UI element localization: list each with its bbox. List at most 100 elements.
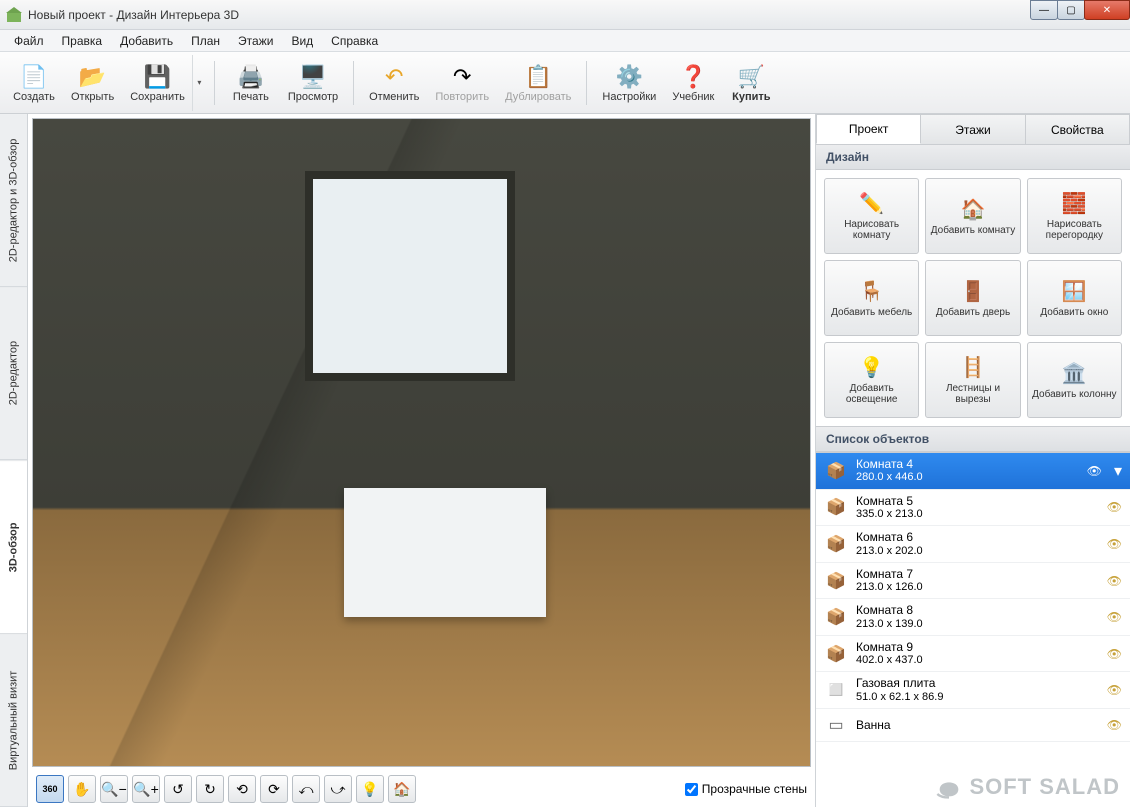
viewport-home-button[interactable]: 🏠: [388, 775, 416, 803]
object-item[interactable]: 📦Комната 6213.0 x 202.0👁: [816, 526, 1130, 563]
undo-label: Отменить: [369, 91, 419, 103]
menu-item-2[interactable]: Добавить: [112, 32, 181, 50]
toolbar-separator: [586, 61, 587, 105]
menu-item-3[interactable]: План: [183, 32, 228, 50]
object-item[interactable]: ▭Ванна👁: [816, 709, 1130, 742]
viewport-tilt-down-button[interactable]: ⟳: [260, 775, 288, 803]
add-room-button[interactable]: 🏠 Добавить комнату: [925, 178, 1020, 254]
add-furniture-button[interactable]: 🪑Добавить мебель: [824, 260, 919, 336]
buy-icon: 🛒: [738, 63, 765, 91]
vtab-virtual[interactable]: Виртуальный визит: [0, 634, 27, 807]
right-panel: ПроектЭтажиСвойства Дизайн ✏️Нарисовать …: [816, 114, 1130, 807]
viewport-pan-button[interactable]: ✋: [68, 775, 96, 803]
chevron-down-icon[interactable]: ▾: [1114, 461, 1122, 481]
menu-item-4[interactable]: Этажи: [230, 32, 281, 50]
add-column-label: Добавить колонну: [1032, 389, 1116, 400]
object-icon: 📦: [824, 569, 848, 593]
visibility-toggle-icon[interactable]: 👁: [1107, 537, 1122, 551]
object-name: Комната 6: [856, 530, 1099, 544]
object-item[interactable]: ◻️Газовая плита51.0 x 62.1 x 86.9👁: [816, 672, 1130, 709]
add-light-button[interactable]: 💡Добавить освещение: [824, 342, 919, 418]
stairs-button[interactable]: 🪜Лестницы и вырезы: [925, 342, 1020, 418]
object-dimensions: 335.0 x 213.0: [856, 508, 1099, 521]
object-text: Комната 4280.0 x 446.0: [856, 457, 1079, 485]
visibility-toggle-icon[interactable]: 👁: [1107, 683, 1122, 697]
transparent-walls-input[interactable]: [685, 783, 698, 796]
rtab-floors[interactable]: Этажи: [921, 114, 1025, 144]
viewport-orbit-r-button[interactable]: ⤻: [324, 775, 352, 803]
object-item[interactable]: 📦Комната 5335.0 x 213.0👁: [816, 490, 1130, 527]
vtab-2d3d[interactable]: 2D-редактор и 3D-обзор: [0, 114, 27, 287]
add-column-button[interactable]: 🏛️Добавить колонну: [1027, 342, 1122, 418]
object-name: Комната 9: [856, 640, 1099, 654]
print-button[interactable]: 🖨️Печать: [223, 55, 279, 111]
tutorial-button[interactable]: ❓Учебник: [665, 55, 721, 111]
visibility-toggle-icon[interactable]: 👁: [1087, 464, 1102, 478]
maximize-button[interactable]: ▢: [1057, 0, 1085, 20]
viewport-zoom-out-button[interactable]: 🔍−: [100, 775, 128, 803]
add-room-label: Добавить комнату: [931, 225, 1015, 236]
app-icon: [6, 7, 22, 23]
rtab-props[interactable]: Свойства: [1026, 114, 1130, 144]
create-label: Создать: [13, 91, 55, 103]
buy-label: Купить: [732, 91, 770, 103]
viewport-light-button[interactable]: 💡: [356, 775, 384, 803]
viewport-rot-left-button[interactable]: ↺: [164, 775, 192, 803]
object-item[interactable]: 📦 Комната 7213.0 x 126.0 👁: [816, 563, 1130, 600]
visibility-toggle-icon[interactable]: 👁: [1107, 500, 1122, 514]
viewport-orbit-l-button[interactable]: ⤺: [292, 775, 320, 803]
main-area: 2D-редактор и 3D-обзор2D-редактор3D-обзо…: [0, 114, 1130, 807]
dup-icon: 📋: [525, 63, 552, 91]
viewport-wrap: 360✋🔍−🔍+↺↻⟲⟳⤺⤻💡🏠 Прозрачные стены: [28, 114, 816, 807]
object-item[interactable]: 📦Комната 4280.0 x 446.0👁▾: [816, 453, 1130, 490]
draw-wall-button[interactable]: 🧱Нарисовать перегородку: [1027, 178, 1122, 254]
dup-label: Дублировать: [505, 91, 571, 103]
create-button[interactable]: 📄Создать: [6, 55, 62, 111]
viewport-tilt-up-button[interactable]: ⟲: [228, 775, 256, 803]
undo-icon: ↶: [385, 63, 403, 91]
transparent-walls-checkbox[interactable]: Прозрачные стены: [685, 782, 807, 796]
viewport-controls: 360✋🔍−🔍+↺↻⟲⟳⤺⤻💡🏠 Прозрачные стены: [28, 771, 815, 807]
room-scene: [33, 119, 810, 766]
object-text: Комната 8213.0 x 139.0: [856, 603, 1099, 631]
visibility-toggle-icon[interactable]: 👁: [1107, 718, 1122, 732]
object-name: Комната 7: [856, 567, 1099, 581]
3d-viewport[interactable]: [32, 118, 811, 767]
menu-item-0[interactable]: Файл: [6, 32, 52, 50]
close-button[interactable]: ✕: [1084, 0, 1130, 20]
rtab-project[interactable]: Проект: [816, 114, 921, 144]
toolbar: 📄Создать📂Открыть💾Сохранить▾ 🖨️Печать🖥️Про…: [0, 52, 1130, 114]
objects-section-header: Список объектов: [816, 426, 1130, 452]
viewport-rot-right-button[interactable]: ↻: [196, 775, 224, 803]
viewport-zoom-in-button[interactable]: 🔍+: [132, 775, 160, 803]
buy-button[interactable]: 🛒Купить: [723, 55, 779, 111]
minimize-button[interactable]: —: [1030, 0, 1058, 20]
viewport-360-button[interactable]: 360: [36, 775, 64, 803]
save-button[interactable]: 💾Сохранить: [123, 55, 192, 111]
design-section-header: Дизайн: [816, 144, 1130, 170]
add-room-icon: 🏠: [961, 197, 986, 221]
settings-button[interactable]: ⚙️Настройки: [595, 55, 663, 111]
object-text: Комната 7213.0 x 126.0: [856, 567, 1099, 595]
menu-item-5[interactable]: Вид: [283, 32, 321, 50]
visibility-toggle-icon[interactable]: 👁: [1107, 610, 1122, 624]
add-window-button[interactable]: 🪟Добавить окно: [1027, 260, 1122, 336]
save-dropdown[interactable]: ▾: [192, 55, 206, 111]
visibility-toggle-icon[interactable]: 👁: [1107, 574, 1122, 588]
object-item[interactable]: 📦Комната 9402.0 x 437.0👁: [816, 636, 1130, 673]
menu-item-1[interactable]: Правка: [54, 32, 111, 50]
undo-button[interactable]: ↶Отменить: [362, 55, 426, 111]
draw-room-button[interactable]: ✏️Нарисовать комнату: [824, 178, 919, 254]
preview-button[interactable]: 🖥️Просмотр: [281, 55, 345, 111]
add-door-button[interactable]: 🚪Добавить дверь: [925, 260, 1020, 336]
add-furniture-label: Добавить мебель: [831, 307, 912, 318]
object-item[interactable]: 📦Комната 8213.0 x 139.0👁: [816, 599, 1130, 636]
print-icon: 🖨️: [237, 63, 264, 91]
vtab-2d[interactable]: 2D-редактор: [0, 287, 27, 460]
vtab-3d[interactable]: 3D-обзор: [0, 461, 27, 634]
object-list[interactable]: 📦Комната 4280.0 x 446.0👁▾📦Комната 5335.0…: [816, 452, 1130, 807]
object-dimensions: 280.0 x 446.0: [856, 471, 1079, 484]
visibility-toggle-icon[interactable]: 👁: [1107, 647, 1122, 661]
open-button[interactable]: 📂Открыть: [64, 55, 121, 111]
menu-item-6[interactable]: Справка: [323, 32, 386, 50]
